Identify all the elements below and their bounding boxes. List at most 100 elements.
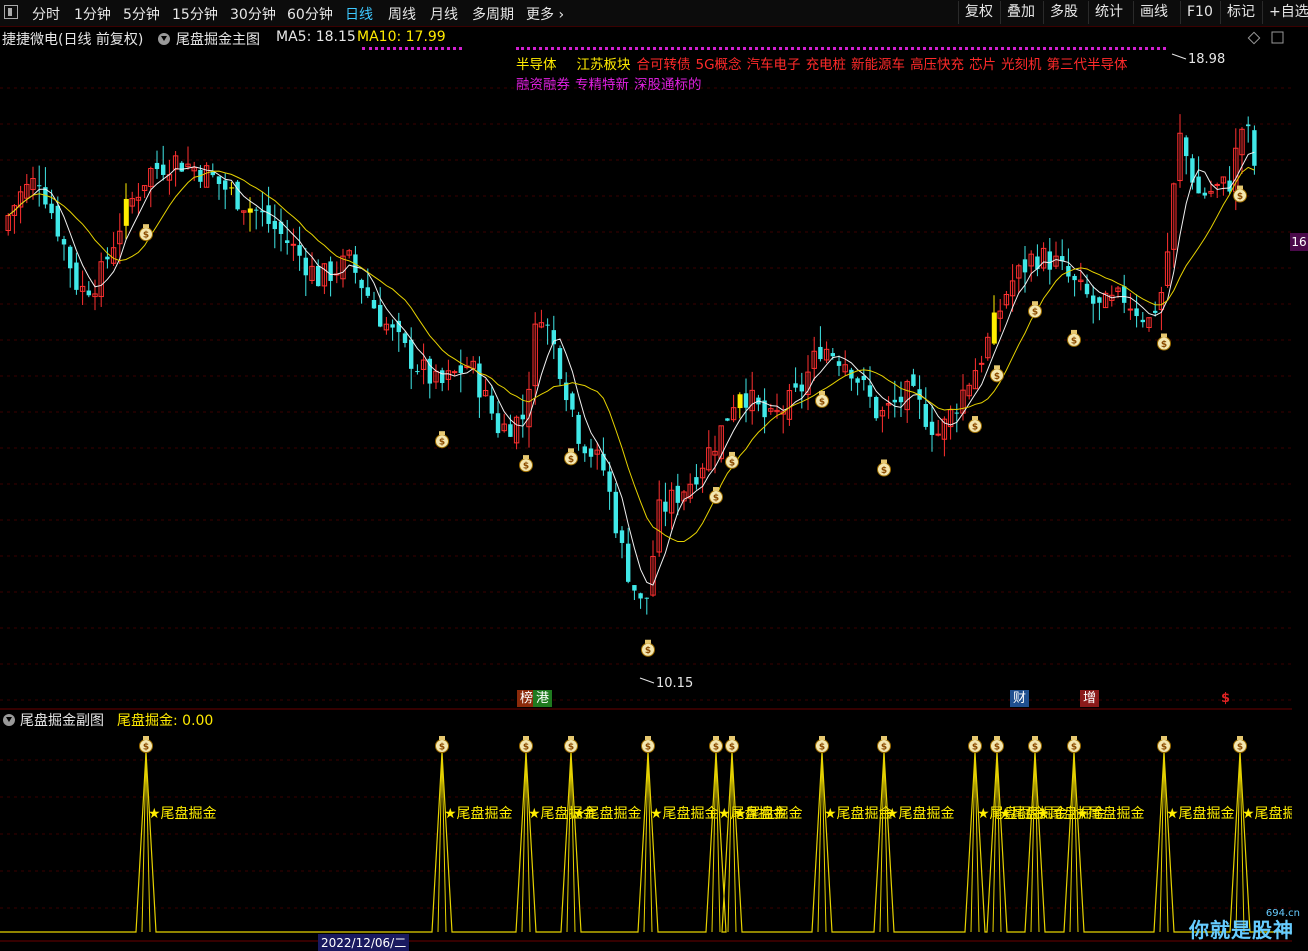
event-badge[interactable]: 增	[1080, 690, 1100, 707]
toolbar-button[interactable]: 画线	[1133, 1, 1174, 24]
money-bag-icon[interactable]: $	[968, 416, 982, 434]
money-bag-icon[interactable]: $	[641, 639, 655, 657]
candle	[687, 473, 693, 504]
money-bag-icon[interactable]: $	[1157, 736, 1171, 753]
money-bag-icon[interactable]: $	[990, 736, 1004, 753]
candle	[632, 585, 637, 601]
candle	[1053, 241, 1059, 269]
toolbar-button[interactable]: 叠加	[1000, 1, 1041, 24]
candle	[842, 350, 848, 376]
signal-label: ★尾盘掘金	[444, 805, 513, 822]
candle	[346, 248, 352, 259]
high-pointer	[1171, 53, 1187, 60]
candle	[123, 183, 129, 240]
candle	[272, 204, 277, 249]
period-tab[interactable]: 15分钟	[172, 4, 218, 24]
money-bag-icon[interactable]: $	[725, 736, 739, 753]
candle	[1102, 290, 1109, 309]
money-bag-icon[interactable]: $	[1067, 329, 1081, 347]
diamond-icon[interactable]	[1247, 31, 1261, 45]
toolbar-button[interactable]: 多股	[1043, 1, 1084, 24]
money-bag-icon[interactable]: $	[815, 736, 829, 753]
toolbar-button[interactable]: 统计	[1088, 1, 1129, 24]
event-badge[interactable]: 财	[1010, 690, 1030, 707]
money-bag-icon[interactable]: $	[968, 736, 982, 753]
period-tab[interactable]: 1分钟	[74, 4, 111, 24]
svg-text:$: $	[713, 494, 719, 504]
candle	[885, 396, 892, 419]
kline-chart[interactable]: $ $ $ $ $ $ $ $ $ $ $ $ $ $ $18.98 10.15	[0, 30, 1292, 710]
svg-text:$: $	[1071, 336, 1077, 346]
candle	[991, 295, 997, 345]
money-bag-icon[interactable]: $	[519, 736, 533, 753]
candle	[1035, 244, 1040, 277]
money-bag-icon[interactable]: $	[519, 455, 533, 473]
signal-label: ★尾盘掘金	[148, 805, 217, 822]
maximize-icon[interactable]	[1271, 31, 1284, 44]
svg-text:$: $	[568, 455, 574, 465]
money-bag-icon[interactable]: $	[641, 736, 655, 753]
candle	[235, 180, 240, 211]
candle	[334, 261, 340, 284]
money-bag-icon[interactable]: $	[1157, 333, 1171, 351]
toolbar-button[interactable]: 复权	[958, 1, 999, 24]
toolbar-button[interactable]: +自选	[1262, 1, 1308, 24]
layout-icon[interactable]	[4, 5, 18, 19]
sub-title[interactable]: 尾盘掘金副图	[20, 710, 104, 730]
money-bag-icon[interactable]: $	[877, 459, 891, 477]
high-price-label: 18.98	[1188, 52, 1225, 67]
candle	[1202, 187, 1207, 199]
period-tab[interactable]: 5分钟	[123, 4, 160, 24]
low-price-label: 10.15	[656, 676, 693, 691]
money-bag-icon[interactable]: $	[709, 487, 723, 505]
money-bag-icon[interactable]: $	[435, 431, 449, 449]
candle	[464, 356, 470, 370]
money-bag-icon[interactable]: $	[990, 365, 1004, 383]
money-bag-icon[interactable]: $	[725, 451, 739, 469]
candle	[185, 146, 191, 170]
signal-label: ★尾盘掘金	[650, 805, 719, 822]
candle	[855, 376, 860, 396]
candle	[297, 226, 302, 271]
period-tab[interactable]: 30分钟	[230, 4, 276, 24]
money-bag-icon[interactable]: $	[564, 736, 578, 753]
money-bag-icon[interactable]: $	[1233, 736, 1247, 753]
period-tab[interactable]: 月线	[430, 4, 458, 24]
period-tab[interactable]: 日线	[345, 4, 373, 24]
period-tab[interactable]: 周线	[388, 4, 416, 24]
candle	[818, 326, 823, 362]
event-badge[interactable]: 港	[533, 690, 553, 707]
period-tab[interactable]: 多周期	[472, 4, 514, 24]
svg-text:$: $	[523, 743, 529, 753]
money-bag-icon[interactable]: $	[435, 736, 449, 753]
candle	[1122, 274, 1127, 314]
sub-value: 尾盘掘金: 0.00	[117, 713, 214, 729]
svg-text:$: $	[1161, 743, 1167, 753]
period-tab[interactable]: 60分钟	[287, 4, 333, 24]
candle	[378, 287, 383, 328]
period-tab[interactable]: 更多 ›	[526, 4, 564, 24]
candle	[1190, 154, 1195, 190]
money-bag-icon[interactable]: $	[709, 736, 723, 753]
svg-text:$: $	[1237, 743, 1243, 753]
money-bag-icon[interactable]: $	[564, 448, 578, 466]
money-bag-icon[interactable]: $	[1067, 736, 1081, 753]
money-bag-icon[interactable]: $	[139, 224, 153, 242]
toolbar-button[interactable]: 标记	[1220, 1, 1261, 24]
candle	[129, 191, 135, 214]
money-bag-icon[interactable]: $	[1028, 736, 1042, 753]
low-pointer	[639, 677, 655, 684]
money-bag-icon[interactable]: $	[877, 736, 891, 753]
candle	[241, 210, 247, 225]
collapse-icon[interactable]	[3, 714, 15, 726]
svg-text:$: $	[972, 423, 978, 433]
period-tab[interactable]: 分时	[32, 4, 60, 24]
candle	[458, 349, 463, 393]
signal-chart[interactable]: $ ★尾盘掘金 $ ★尾盘掘金 $ ★尾盘掘金 $ ★尾盘掘金 $ ★尾盘掘金 $ ★尾盘掘金 $ ★尾盘…	[0, 730, 1292, 942]
candle	[879, 406, 886, 433]
event-badge[interactable]: $	[1218, 690, 1233, 707]
money-bag-icon[interactable]: $	[139, 736, 153, 753]
candle	[526, 371, 532, 448]
toolbar-button[interactable]: F10	[1180, 1, 1219, 24]
candle	[1164, 232, 1171, 288]
